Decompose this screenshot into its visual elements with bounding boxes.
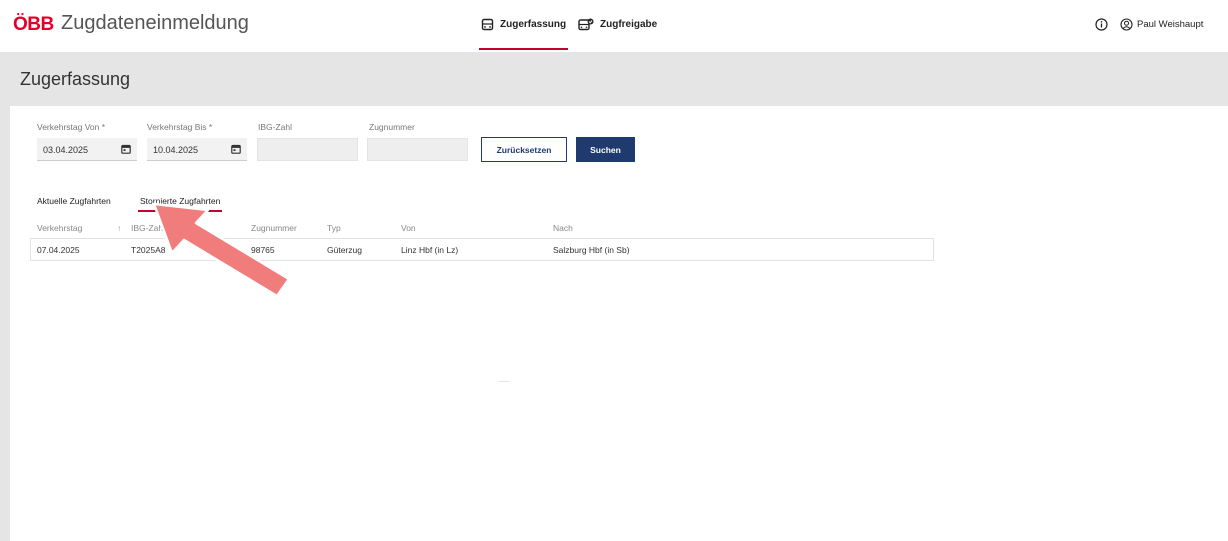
- app-title: Zugdateneinmeldung: [61, 12, 249, 34]
- page-header-band: [0, 52, 1228, 106]
- reset-button[interactable]: Zurücksetzen: [481, 137, 567, 162]
- train-check-icon: [578, 18, 594, 31]
- nav-tab-zugerfassung[interactable]: Zugerfassung: [478, 18, 569, 50]
- calendar-icon[interactable]: [231, 144, 241, 154]
- left-margin-strip: [0, 106, 10, 541]
- user-menu[interactable]: Paul Weishaupt: [1120, 18, 1203, 31]
- info-icon[interactable]: [1095, 18, 1108, 31]
- cell-nach: Salzburg Hbf (in Sb): [553, 245, 630, 255]
- nav-tab-zugfreigabe[interactable]: Zugfreigabe: [578, 18, 657, 31]
- ibg-input[interactable]: [257, 138, 358, 161]
- to-date-value: 10.04.2025: [153, 145, 199, 155]
- train-icon: [481, 18, 494, 31]
- obb-logo[interactable]: ÖBB: [13, 14, 54, 36]
- top-bar: ÖBB Zugdateneinmeldung Zugerfassung Zugf…: [0, 0, 1228, 52]
- train-number-input[interactable]: [367, 138, 468, 161]
- to-date-label: Verkehrstag Bis *: [147, 122, 213, 132]
- annotation-arrow-icon: [152, 202, 291, 298]
- from-date-label: Verkehrstag Von *: [37, 122, 106, 132]
- to-date-field[interactable]: 10.04.2025: [147, 138, 247, 161]
- user-name: Paul Weishaupt: [1137, 19, 1204, 30]
- page-title: Zugerfassung: [20, 69, 131, 89]
- nav-tab-label: Zugerfassung: [500, 19, 567, 30]
- user-icon: [1120, 18, 1133, 31]
- cell-verkehrstag: 07.04.2025: [37, 245, 80, 255]
- from-date-value: 03.04.2025: [43, 145, 89, 155]
- divider: [498, 381, 510, 382]
- ibg-label: IBG-Zahl: [258, 122, 293, 132]
- cell-von: Linz Hbf (in Lz): [401, 245, 459, 255]
- cell-typ: Güterzug: [327, 245, 362, 255]
- tab-current-trains[interactable]: Aktuelle Zugfahrten: [37, 196, 111, 206]
- column-header-von[interactable]: Von: [401, 223, 416, 233]
- calendar-icon[interactable]: [121, 144, 131, 154]
- from-date-field[interactable]: 03.04.2025: [37, 138, 137, 161]
- train-number-label: Zugnummer: [369, 122, 415, 132]
- column-header-nach[interactable]: Nach: [553, 223, 573, 233]
- column-header-typ[interactable]: Typ: [327, 223, 341, 233]
- column-header-verkehrstag[interactable]: Verkehrstag: [37, 223, 82, 233]
- search-button[interactable]: Suchen: [576, 137, 635, 162]
- sort-arrow-icon[interactable]: ↑: [117, 223, 121, 233]
- nav-tab-label: Zugfreigabe: [600, 19, 658, 30]
